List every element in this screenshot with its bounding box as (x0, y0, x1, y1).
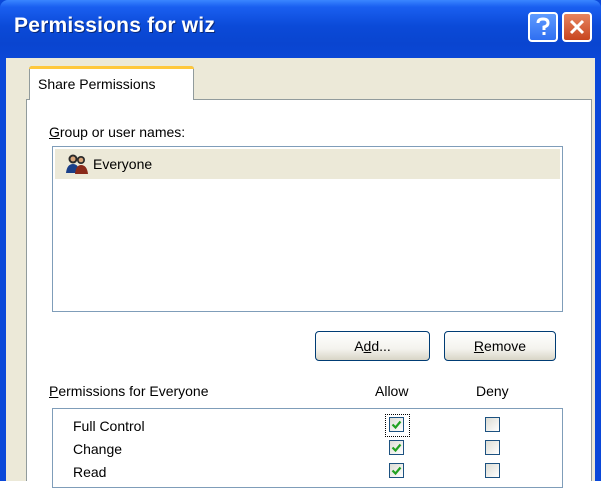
list-item[interactable]: Everyone (55, 149, 560, 179)
permission-name: Change (73, 441, 123, 457)
remove-button[interactable]: Remove (444, 331, 556, 361)
allow-checkbox[interactable] (389, 440, 404, 455)
add-label-start: A (354, 338, 364, 354)
permissions-for-label: Permissions for Everyone (49, 383, 209, 399)
remove-label-accelerator: R (473, 338, 485, 354)
title-bar[interactable]: Permissions for wiz (0, 0, 601, 58)
permission-name: Full Control (73, 418, 145, 434)
group-user-listbox[interactable]: Everyone (52, 146, 563, 312)
permissions-label-text: ermissions for Everyone (58, 383, 209, 399)
close-icon (568, 18, 586, 36)
list-item-label: Everyone (93, 156, 153, 172)
window-title: Permissions for wiz (14, 14, 216, 37)
allow-column-header: Allow (375, 383, 409, 399)
add-button[interactable]: Ad d... (315, 331, 430, 361)
remove-label-text: emove (484, 338, 527, 354)
group-names-label: Group or user names: (49, 124, 185, 140)
permissions-dialog: Permissions for wiz Share Permissions Gr… (0, 0, 601, 488)
group-label-accelerator: G (49, 124, 60, 140)
allow-checkbox[interactable] (389, 417, 404, 432)
tab-label: Share Permissions (38, 76, 156, 92)
tab-share-permissions[interactable]: Share Permissions (29, 66, 194, 100)
add-label-end: d... (371, 338, 391, 354)
deny-checkbox[interactable] (485, 440, 500, 455)
group-label-text: roup or user names: (59, 124, 186, 140)
permissions-label-accelerator: P (49, 383, 59, 399)
allow-checkbox[interactable] (389, 463, 404, 478)
add-label-accelerator: d (363, 338, 372, 354)
deny-column-header: Deny (476, 383, 509, 399)
deny-checkbox[interactable] (485, 463, 500, 478)
deny-checkbox[interactable] (485, 417, 500, 432)
close-button[interactable] (562, 12, 592, 42)
user-group-icon (65, 153, 89, 175)
permission-name: Read (73, 464, 107, 480)
permissions-list[interactable]: Full Control Change Read (52, 408, 563, 488)
permission-row-full-control: Full Control (53, 414, 562, 438)
permission-row-change: Change (53, 438, 562, 461)
help-icon (534, 17, 552, 37)
help-button[interactable] (528, 12, 558, 42)
